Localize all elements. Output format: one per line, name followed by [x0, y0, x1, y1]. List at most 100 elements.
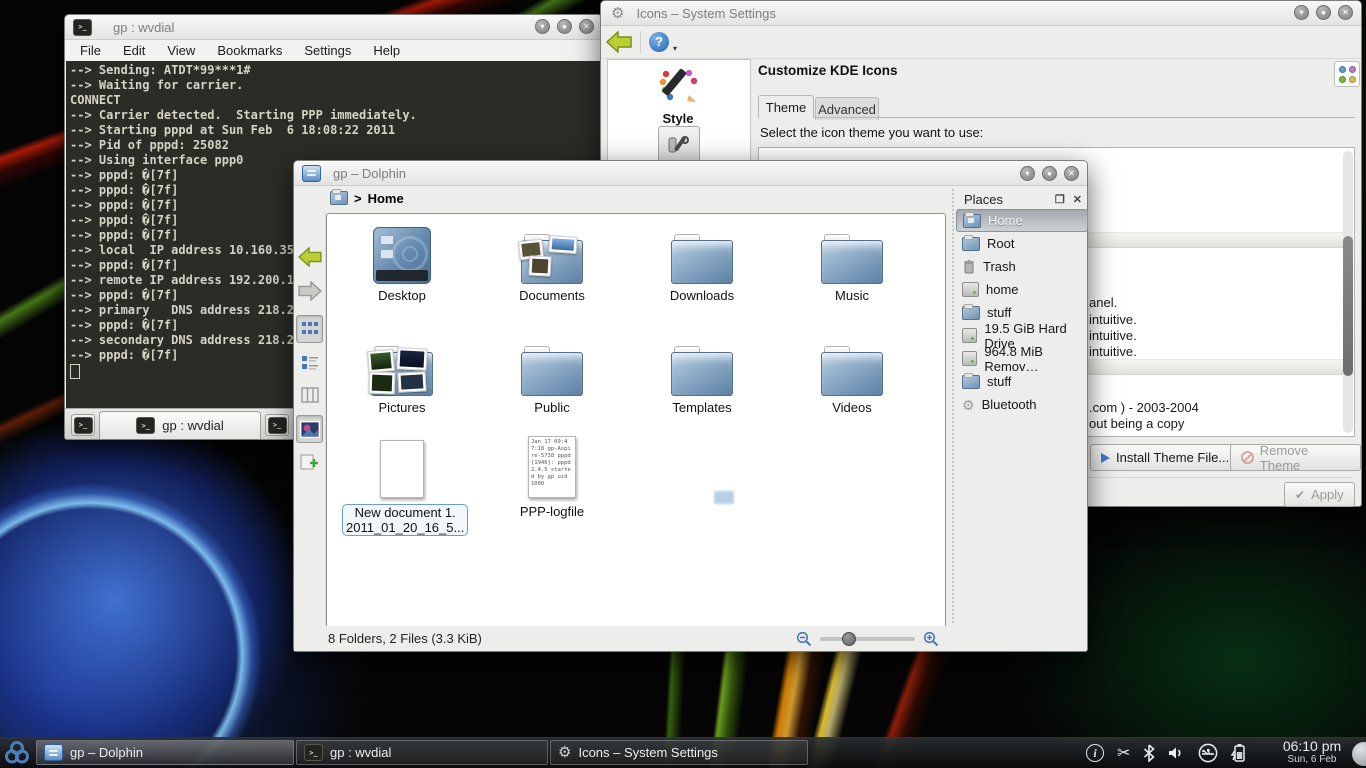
bluetooth-icon[interactable] — [1143, 744, 1155, 762]
details-view-button[interactable] — [296, 349, 323, 377]
menu-edit[interactable]: Edit — [123, 43, 145, 58]
help-dropdown-icon[interactable]: ▾ — [673, 44, 677, 53]
places-item-removable[interactable]: 964.8 MiB Remov… — [956, 347, 1088, 370]
page-title: Customize KDE Icons — [758, 63, 898, 78]
places-item-home-drive[interactable]: home — [956, 278, 1088, 301]
menu-file[interactable]: File — [80, 43, 101, 58]
file-view[interactable]: Desktop Documents Downloads Music — [326, 213, 946, 628]
back-icon[interactable] — [606, 31, 632, 53]
app-launcher-icon[interactable] — [4, 740, 30, 766]
sidebar-item-style[interactable]: Style — [608, 64, 748, 126]
file-label: Videos — [792, 400, 912, 415]
konsole-menubar: File Edit View Bookmarks Settings Help — [65, 40, 602, 61]
zoom-slider[interactable] — [820, 637, 915, 641]
home-folder-icon[interactable] — [330, 191, 348, 205]
file-item-ppp-logfile[interactable]: Jan 17 09:47:18 gp-Aspire-5738 pppd[1946… — [492, 436, 612, 519]
install-theme-button[interactable]: Install Theme File... — [1090, 444, 1240, 471]
klipper-scissors-icon[interactable]: ✂ — [1117, 743, 1130, 763]
places-item-root[interactable]: Root — [956, 232, 1088, 255]
documents-folder-icon — [521, 234, 583, 284]
places-item-stuff2[interactable]: stuff — [956, 370, 1088, 393]
trash-icon — [962, 259, 976, 274]
menu-help[interactable]: Help — [373, 43, 400, 58]
konsole-app-icon: >_ — [73, 19, 92, 36]
overview-button[interactable] — [1334, 61, 1360, 87]
menu-view[interactable]: View — [167, 43, 195, 58]
tab-list-button[interactable]: >_ — [265, 414, 289, 436]
back-button[interactable] — [296, 243, 323, 271]
close-button[interactable]: ✕ — [579, 19, 594, 34]
maximize-button[interactable]: ● — [1316, 5, 1331, 20]
maximize-button[interactable]: ● — [557, 19, 572, 34]
menu-bookmarks[interactable]: Bookmarks — [217, 43, 282, 58]
remove-theme-button[interactable]: Remove Theme — [1230, 444, 1361, 471]
file-item-new-document[interactable]: New document 1. 2011_01_20_16_5... — [342, 436, 462, 536]
tab-theme[interactable]: Theme — [758, 95, 814, 118]
file-item-desktop[interactable]: Desktop — [342, 222, 462, 303]
apply-button[interactable]: ✔ Apply — [1284, 482, 1355, 507]
window-dolphin[interactable]: gp – Dolphin ▾ ● ✕ > Home — [293, 160, 1088, 652]
file-label: PPP-logfile — [492, 504, 612, 519]
tab-divider — [758, 117, 1355, 118]
device-notifier-usb-icon[interactable] — [1198, 743, 1218, 763]
list-scrollbar[interactable] — [1343, 151, 1353, 433]
tools-icon — [666, 133, 692, 157]
file-item-downloads[interactable]: Downloads — [642, 222, 762, 303]
places-float-icon[interactable]: ❐ — [1055, 193, 1065, 206]
minimize-button[interactable]: ▾ — [535, 19, 550, 34]
file-item-videos[interactable]: Videos — [792, 334, 912, 415]
zoom-out-icon[interactable] — [796, 631, 812, 647]
task-konsole[interactable]: >_ gp : wvdial — [296, 740, 548, 765]
places-item-bluetooth[interactable]: ⚙ Bluetooth — [956, 393, 1088, 416]
scrollbar-thumb[interactable] — [1343, 236, 1353, 376]
preview-button[interactable] — [296, 415, 323, 443]
konsole-titlebar[interactable]: >_ gp : wvdial ▾ ● ✕ — [65, 15, 602, 40]
settings-app-icon: ⚙ — [611, 6, 624, 21]
columns-view-button[interactable] — [296, 381, 323, 409]
gear-icon: ⚙ — [558, 745, 571, 760]
split-view-button[interactable] — [296, 449, 323, 477]
minimize-button[interactable]: ▾ — [1020, 166, 1035, 181]
places-item-home[interactable]: Home — [956, 209, 1088, 232]
minimize-button[interactable]: ▾ — [1294, 5, 1309, 20]
file-item-templates[interactable]: Templates — [642, 334, 762, 415]
maximize-button[interactable]: ● — [1042, 166, 1057, 181]
overview-dot — [1349, 66, 1356, 73]
folder-icon — [821, 234, 883, 284]
file-item-music[interactable]: Music — [792, 222, 912, 303]
split-icon — [300, 454, 320, 472]
file-label: Downloads — [642, 288, 762, 303]
dolphin-titlebar[interactable]: gp – Dolphin ▾ ● ✕ — [294, 161, 1087, 186]
style-icon — [656, 64, 700, 104]
breadcrumb-home[interactable]: Home — [368, 191, 404, 206]
zoom-slider-handle[interactable] — [842, 632, 856, 646]
konsole-tab[interactable]: >_ gp : wvdial — [99, 411, 261, 439]
task-system-settings[interactable]: ⚙ Icons – System Settings — [550, 740, 808, 765]
help-icon[interactable]: ? — [649, 32, 669, 52]
file-label: Pictures — [342, 400, 462, 415]
overview-dot — [1339, 66, 1346, 73]
new-tab-button[interactable]: >_ — [71, 414, 95, 436]
file-item-documents[interactable]: Documents — [492, 222, 612, 303]
file-item-pictures[interactable]: Pictures — [342, 334, 462, 415]
install-arrow-icon — [1101, 453, 1110, 463]
terminal-icon: >_ — [74, 417, 93, 434]
zoom-in-icon[interactable] — [923, 631, 939, 647]
cursor-artifact — [714, 491, 734, 504]
clock[interactable]: 06:10 pm Sun, 6 Feb — [1276, 739, 1348, 765]
places-close-icon[interactable]: ✕ — [1073, 193, 1082, 206]
icons-view-button[interactable] — [296, 315, 323, 343]
overview-dot — [1349, 76, 1356, 83]
volume-icon[interactable] — [1168, 745, 1185, 761]
places-item-trash[interactable]: Trash — [956, 255, 1088, 278]
sidebar-item-workspace[interactable] — [658, 126, 700, 164]
forward-button[interactable] — [296, 277, 323, 305]
close-button[interactable]: ✕ — [1064, 166, 1079, 181]
file-item-public[interactable]: Public — [492, 334, 612, 415]
notifications-icon[interactable]: i — [1086, 744, 1104, 762]
battery-icon[interactable] — [1231, 743, 1246, 763]
settings-titlebar[interactable]: ⚙ Icons – System Settings ▾ ● ✕ — [601, 1, 1361, 26]
task-dolphin[interactable]: gp – Dolphin — [36, 740, 294, 765]
menu-settings[interactable]: Settings — [304, 43, 351, 58]
close-button[interactable]: ✕ — [1338, 5, 1353, 20]
